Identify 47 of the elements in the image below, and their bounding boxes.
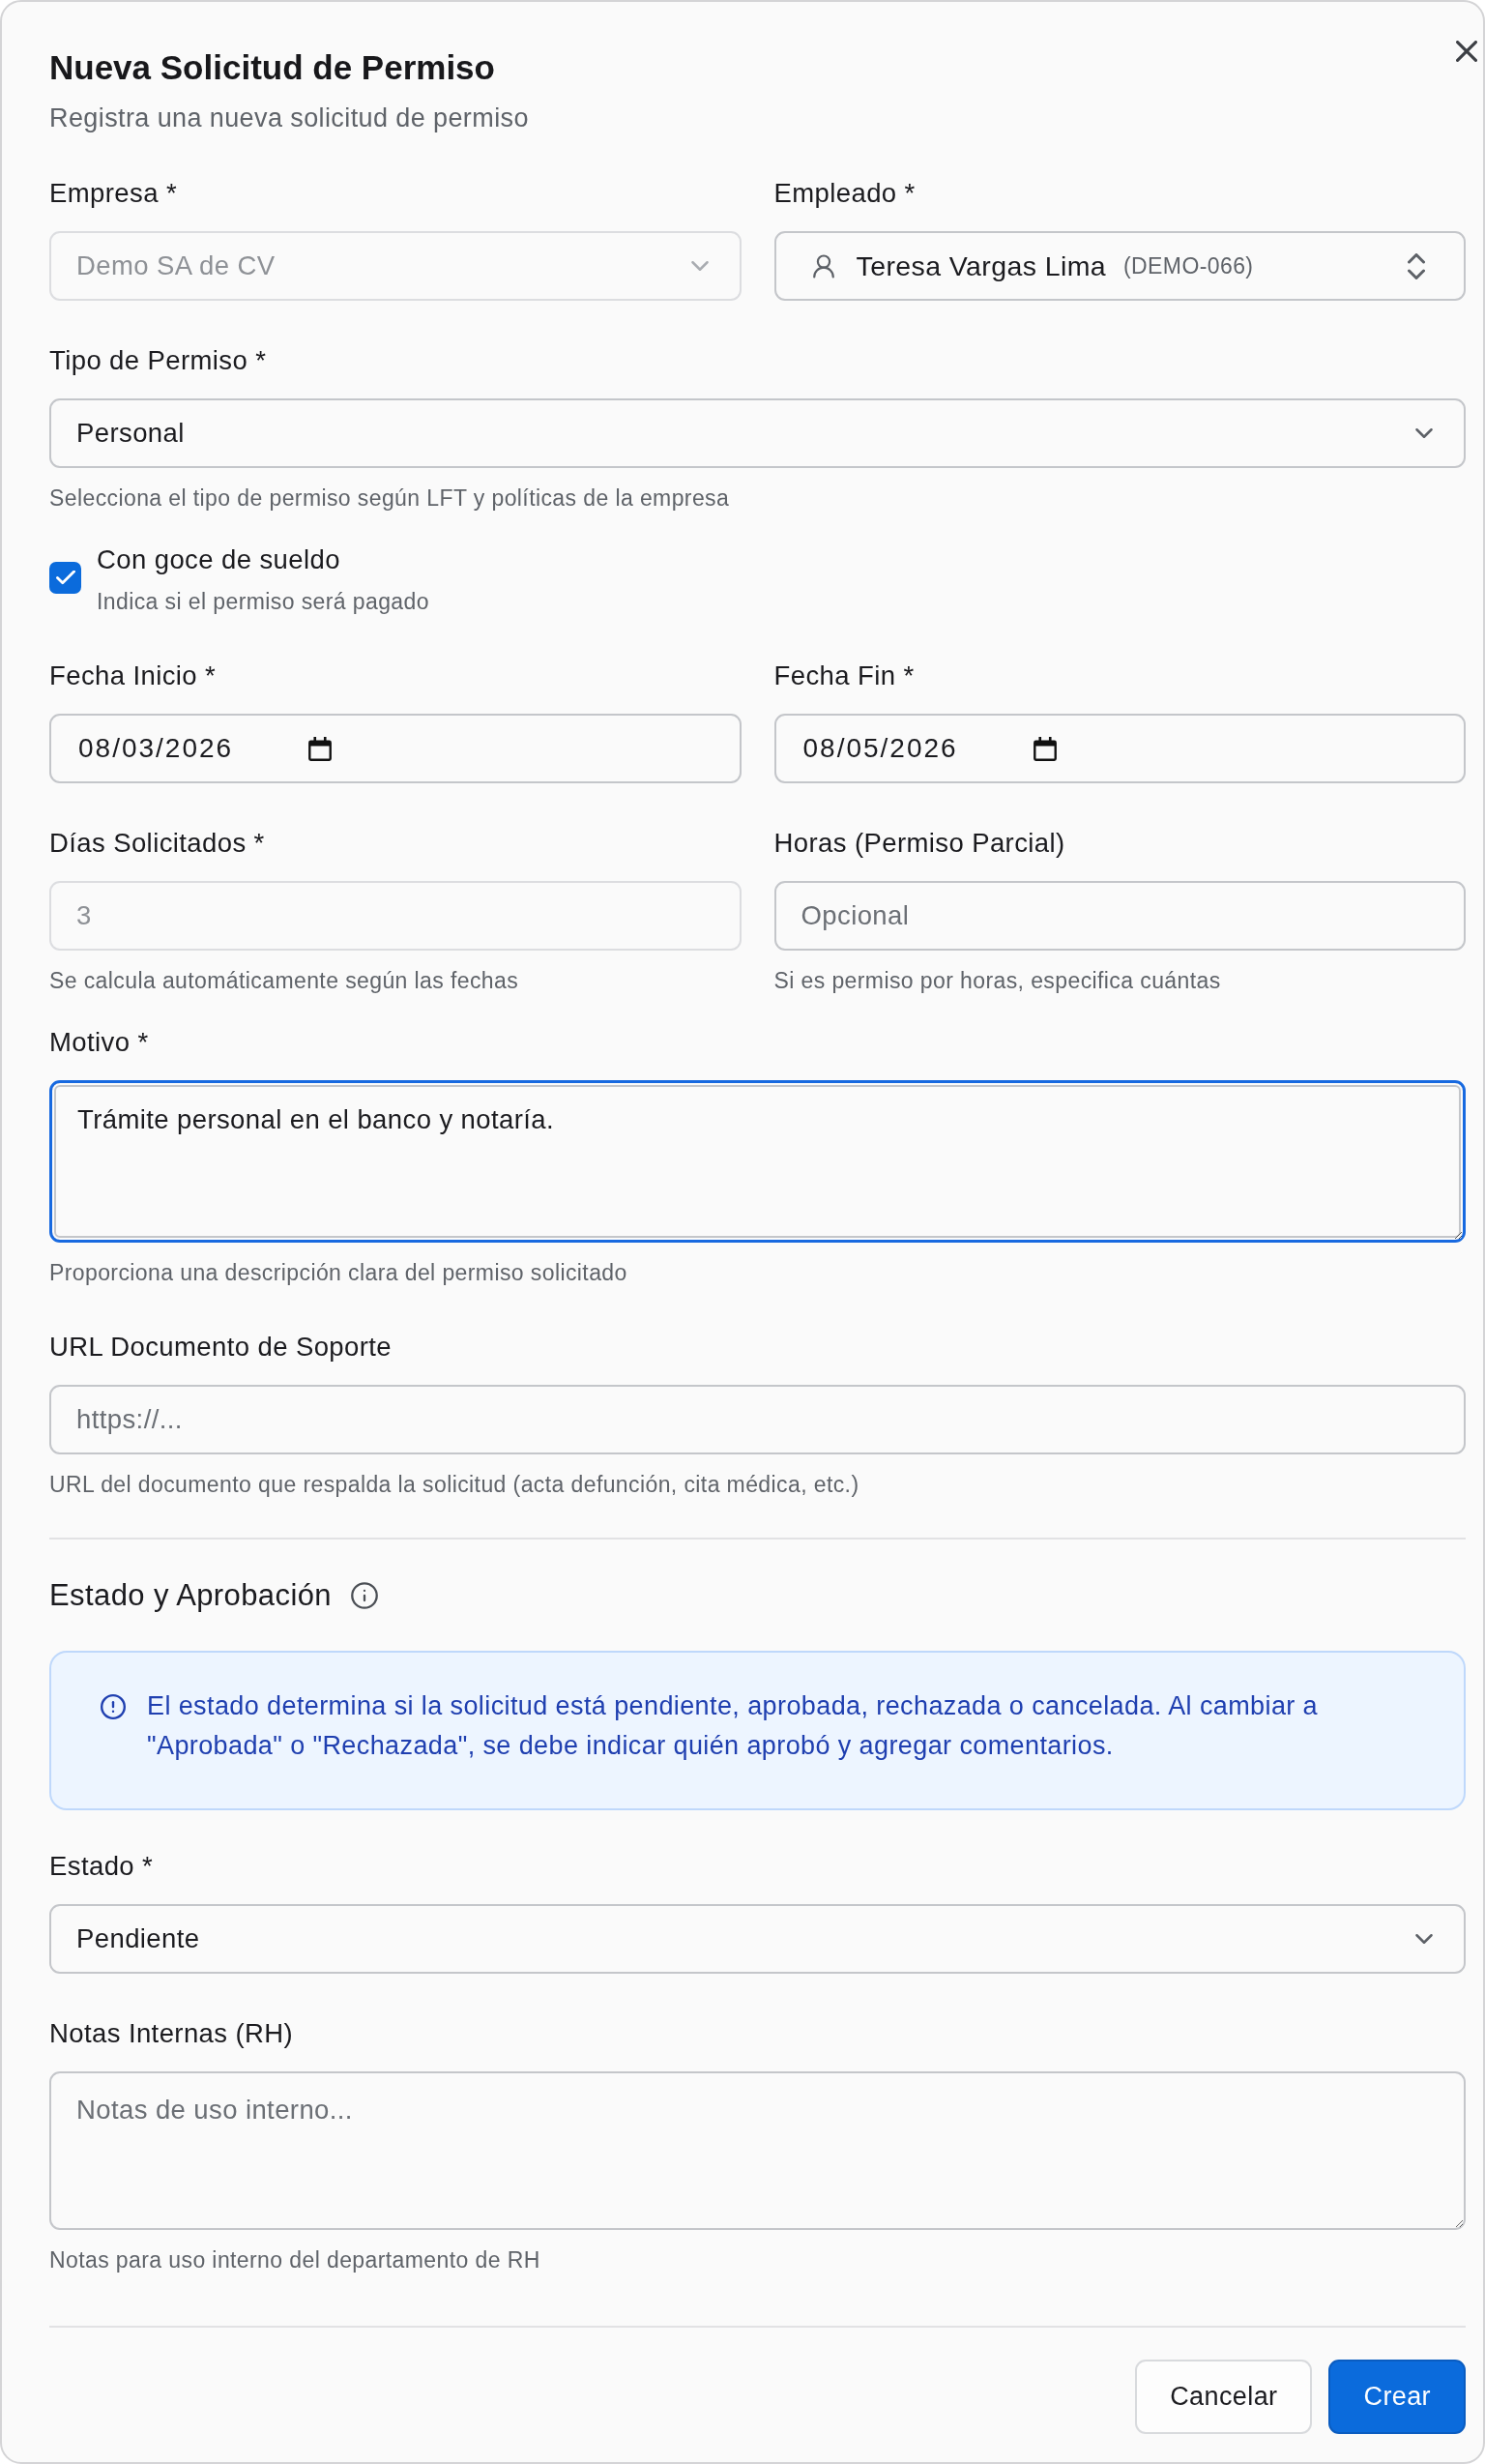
text-field[interactable]: https://... xyxy=(49,1385,1466,1454)
calendar-icon xyxy=(1033,736,1057,761)
field-label: Notas Internas (RH) xyxy=(49,2017,295,2050)
checkbox[interactable] xyxy=(49,562,81,594)
combobox-field[interactable]: Teresa Vargas Lima (DEMO-066) xyxy=(773,231,1466,301)
help-text: Notas para uso interno del departamento de RH xyxy=(49,2246,541,2273)
help-text: Si es permiso por horas, especifica cuántas xyxy=(773,967,1222,994)
dialog-title: Nueva Solicitud de Permiso xyxy=(49,48,495,87)
checkmark-icon xyxy=(55,571,75,585)
date-field[interactable]: 08/05/2026 xyxy=(773,714,1466,783)
field-label: Empresa * xyxy=(49,177,178,210)
chevron-down-icon xyxy=(1415,428,1433,438)
field-label: Tipo de Permiso * xyxy=(49,344,268,377)
field-label: Estado * xyxy=(49,1850,155,1883)
help-text: Se calcula automáticamente según las fechas xyxy=(49,967,520,994)
close-icon xyxy=(1456,41,1477,62)
submit-button[interactable]: Crear xyxy=(1328,2360,1466,2434)
field-label: Motivo * xyxy=(49,1026,150,1059)
field-label: Fecha Fin * xyxy=(773,660,916,692)
text-field[interactable]: Opcional xyxy=(773,881,1466,951)
help-text: URL del documento que respalda la solicitud (acta defunción, cita médica, etc.) xyxy=(49,1471,860,1498)
field-label: Fecha Inicio * xyxy=(49,660,218,692)
user-icon xyxy=(812,253,834,279)
text-area[interactable]: Trámite personal en el banco y notaría. xyxy=(49,1080,1466,1243)
chevron-down-icon xyxy=(690,261,709,271)
field-label: Horas (Permiso Parcial) xyxy=(773,827,1066,860)
field-label: Días Solicitados * xyxy=(49,827,266,860)
help-text: Proporciona una descripción clara del permiso solicitado xyxy=(49,1259,628,1286)
field-label: Empleado * xyxy=(773,177,917,210)
help-text: Indica si el permiso será pagado xyxy=(97,588,429,615)
chevrons-up-down-icon xyxy=(1408,252,1425,279)
dropdown-field[interactable]: Personal xyxy=(49,398,1466,468)
field-label: URL Documento de Soporte xyxy=(49,1331,393,1364)
text-area[interactable]: Notas de uso interno... xyxy=(49,2071,1466,2230)
help-text: Selecciona el tipo de permiso según LFT y políticas de la empresa xyxy=(49,484,731,512)
info-icon xyxy=(350,1582,378,1609)
dialog-subtitle: Registra una nueva solicitud de permiso xyxy=(49,103,530,134)
alert-text: El estado determina si la solicitud está pendiente, aprobada, rechazada o cancelada. Al cambiar a "Aprobada" o "Rechazada", se debe indicar quién aprobó y agregar comentarios. xyxy=(147,1690,1320,1762)
close-button[interactable] xyxy=(1456,41,1477,62)
alert-circle-icon xyxy=(101,1694,126,1719)
dropdown-field[interactable]: Pendiente xyxy=(49,1904,1466,1974)
calendar-icon xyxy=(308,736,332,761)
checkbox-label: Con goce de sueldo xyxy=(97,543,341,576)
chevron-down-icon xyxy=(1415,1934,1433,1944)
cancel-button[interactable]: Cancelar xyxy=(1135,2360,1313,2434)
section-heading: Estado y Aprobación xyxy=(49,1577,332,1614)
date-field[interactable]: 08/03/2026 xyxy=(49,714,742,783)
